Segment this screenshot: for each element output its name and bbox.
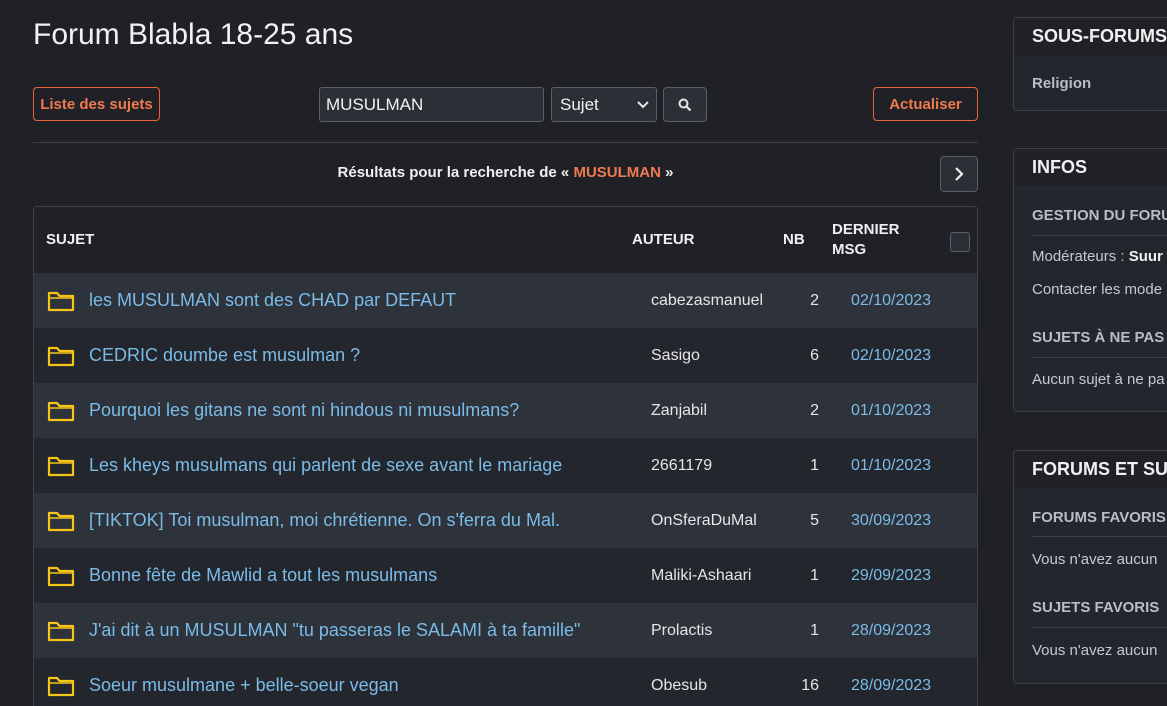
topic-author[interactable]: 2661179 — [651, 457, 712, 475]
table-body: les MUSULMAN sont des CHAD par DEFAUT cab… — [34, 273, 977, 706]
header-auteur: AUTEUR — [632, 231, 695, 248]
search-input[interactable]: MUSULMAN — [319, 87, 544, 122]
moderators-label: Modérateurs : — [1032, 248, 1125, 265]
folder-icon — [47, 291, 75, 312]
divider — [1032, 357, 1167, 358]
panel-title: SOUS-FORUMS — [1014, 18, 1167, 55]
topic-last-message-date[interactable]: 30/09/2023 — [851, 512, 931, 530]
header-dernier-line1: DERNIER — [832, 221, 900, 238]
topic-link[interactable]: Les kheys musulmans qui parlent de sexe … — [89, 455, 562, 476]
topic-message-count: 16 — [801, 677, 819, 694]
sujets-text: Aucun sujet à ne pa — [1032, 371, 1165, 388]
table-row: Les kheys musulmans qui parlent de sexe … — [34, 438, 977, 493]
header-nb: NB — [783, 231, 805, 248]
gestion-heading: GESTION DU FORU — [1032, 207, 1167, 224]
divider — [1032, 536, 1167, 537]
favorite-topics-heading: SUJETS FAVORIS — [1032, 599, 1160, 616]
folder-icon — [47, 511, 75, 532]
panel-infos: INFOS GESTION DU FORU Modérateurs : Suur… — [1013, 148, 1167, 412]
panel-title: INFOS — [1014, 149, 1167, 186]
topic-message-count: 2 — [810, 292, 819, 309]
table-row: J'ai dit à un MUSULMAN "tu passeras le S… — [34, 603, 977, 658]
topic-last-message-date[interactable]: 02/10/2023 — [851, 292, 931, 310]
search-type-value: Sujet — [560, 94, 599, 114]
topic-last-message-date[interactable]: 29/09/2023 — [851, 567, 931, 585]
results-term: MUSULMAN — [573, 164, 661, 181]
favorite-forums-heading: FORUMS FAVORIS — [1032, 509, 1166, 526]
moderator-link[interactable]: Suur — [1129, 248, 1163, 265]
search-button[interactable] — [663, 87, 707, 122]
topic-author[interactable]: Sasigo — [651, 347, 700, 365]
divider — [1032, 627, 1167, 628]
page-title: Forum Blabla 18-25 ans — [33, 18, 354, 51]
results-suffix: » — [665, 164, 674, 181]
sujets-heading: SUJETS À NE PAS — [1032, 329, 1165, 346]
topic-author[interactable]: Zanjabil — [651, 402, 707, 420]
topic-link[interactable]: Bonne fête de Mawlid a tout les musulman… — [89, 565, 437, 586]
folder-icon — [47, 346, 75, 367]
moderators-line: Modérateurs : Suur — [1032, 248, 1163, 265]
topics-table: SUJET AUTEUR NB DERNIER MSG les MUSULMAN… — [33, 206, 978, 706]
favorite-topics-text: Vous n'avez aucun — [1032, 642, 1158, 659]
topic-author[interactable]: OnSferaDuMal — [651, 512, 757, 530]
topic-last-message-date[interactable]: 02/10/2023 — [851, 347, 931, 365]
next-page-button[interactable] — [940, 156, 978, 192]
table-row: CEDRIC doumbe est musulman ? Sasigo 6 02/10… — [34, 328, 977, 383]
topic-link[interactable]: [TIKTOK] Toi musulman, moi chrétienne. O… — [89, 510, 560, 531]
topic-message-count: 1 — [810, 567, 819, 584]
header-sujet: SUJET — [46, 231, 95, 248]
search-icon — [678, 98, 692, 111]
topic-link[interactable]: J'ai dit à un MUSULMAN "tu passeras le S… — [89, 620, 580, 641]
topic-link[interactable]: Pourquoi les gitans ne sont ni hindous n… — [89, 400, 519, 421]
subforum-link-religion[interactable]: Religion — [1032, 75, 1091, 92]
search-type-select[interactable]: Sujet — [551, 87, 657, 122]
folder-icon — [47, 621, 75, 642]
divider — [1032, 235, 1167, 236]
panel-title: FORUMS ET SUJ — [1014, 451, 1167, 488]
results-prefix: Résultats pour la recherche de « — [337, 164, 570, 181]
topic-author[interactable]: cabezasmanuel — [651, 292, 763, 310]
refresh-button[interactable]: Actualiser — [873, 87, 978, 121]
topic-message-count: 2 — [810, 402, 819, 419]
table-header: SUJET AUTEUR NB DERNIER MSG — [34, 207, 977, 273]
table-row: les MUSULMAN sont des CHAD par DEFAUT cab… — [34, 273, 977, 328]
topic-link[interactable]: CEDRIC doumbe est musulman ? — [89, 345, 360, 366]
search-results-label: Résultats pour la recherche de « MUSULMA… — [33, 164, 978, 181]
favorite-forums-text: Vous n'avez aucun — [1032, 551, 1158, 568]
chevron-right-icon — [955, 167, 964, 181]
topic-author[interactable]: Maliki-Ashaari — [651, 567, 751, 585]
topic-message-count: 1 — [810, 457, 819, 474]
topic-last-message-date[interactable]: 28/09/2023 — [851, 622, 931, 640]
topic-link[interactable]: Soeur musulmane + belle-soeur vegan — [89, 675, 399, 696]
panel-sous-forums: SOUS-FORUMS Religion — [1013, 17, 1167, 111]
topic-last-message-date[interactable]: 28/09/2023 — [851, 677, 931, 695]
topic-last-message-date[interactable]: 01/10/2023 — [851, 402, 931, 420]
table-row: Pourquoi les gitans ne sont ni hindous n… — [34, 383, 977, 438]
header-dernier-msg: DERNIER MSG — [832, 220, 900, 260]
divider — [33, 142, 978, 143]
folder-icon — [47, 676, 75, 697]
topic-author[interactable]: Obesub — [651, 677, 707, 695]
topic-author[interactable]: Prolactis — [651, 622, 712, 640]
folder-icon — [47, 401, 75, 422]
table-row: Bonne fête de Mawlid a tout les musulman… — [34, 548, 977, 603]
topic-message-count: 5 — [810, 512, 819, 529]
select-all-checkbox[interactable] — [950, 232, 970, 252]
contact-moderators-link[interactable]: Contacter les mode — [1032, 281, 1162, 298]
panel-forums-sujets: FORUMS ET SUJ FORUMS FAVORIS Vous n'avez… — [1013, 450, 1167, 684]
table-row: [TIKTOK] Toi musulman, moi chrétienne. O… — [34, 493, 977, 548]
chevron-down-icon — [637, 100, 649, 108]
topic-link[interactable]: les MUSULMAN sont des CHAD par DEFAUT — [89, 290, 456, 311]
folder-icon — [47, 456, 75, 477]
topic-list-button[interactable]: Liste des sujets — [33, 87, 160, 121]
table-row: Soeur musulmane + belle-soeur vegan Obesu… — [34, 658, 977, 706]
topic-message-count: 1 — [810, 622, 819, 639]
header-dernier-line2: MSG — [832, 241, 867, 258]
folder-icon — [47, 566, 75, 587]
topic-message-count: 6 — [810, 347, 819, 364]
topic-last-message-date[interactable]: 01/10/2023 — [851, 457, 931, 475]
